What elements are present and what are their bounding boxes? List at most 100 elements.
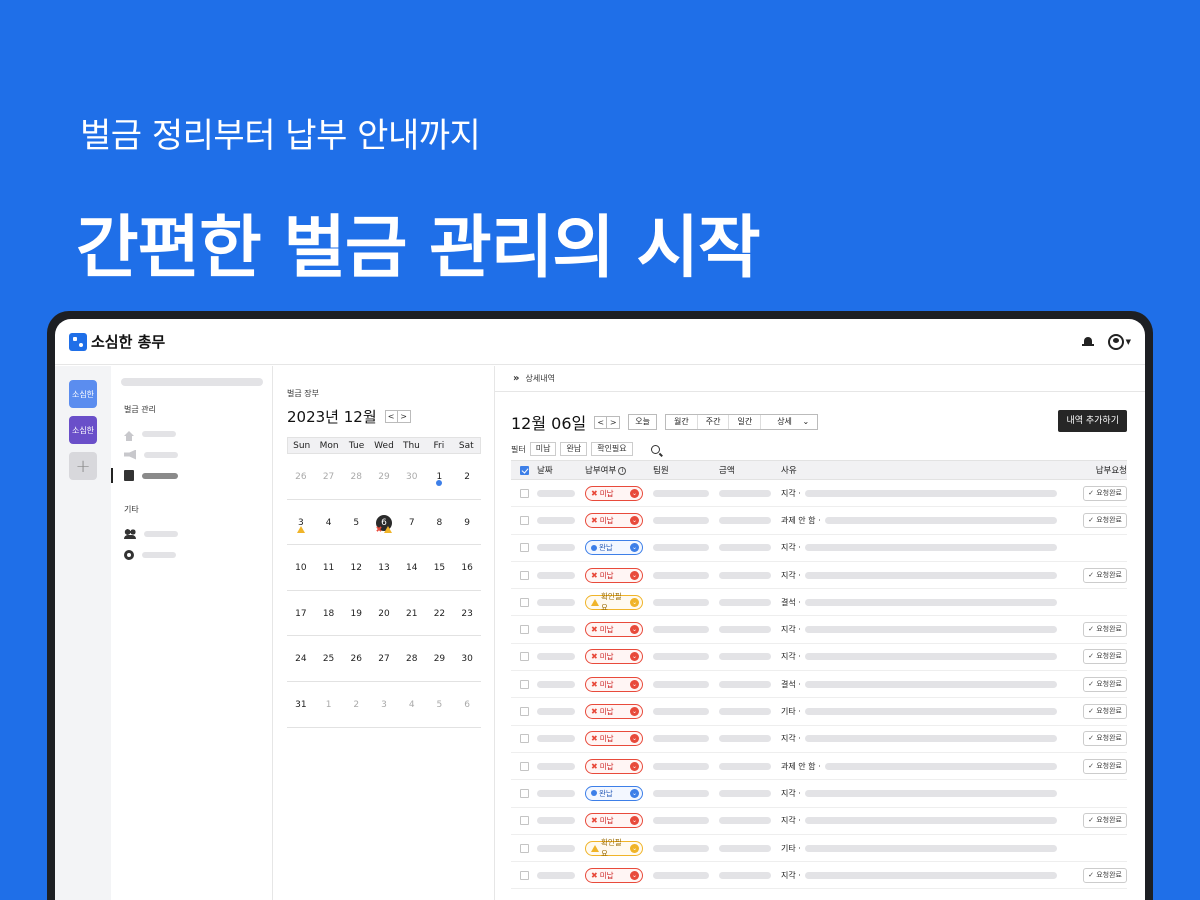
row-checkbox[interactable] xyxy=(519,870,529,880)
calendar-day[interactable]: 29 xyxy=(426,636,454,681)
prev-day-button[interactable]: < xyxy=(594,415,608,429)
add-workspace-button[interactable]: + xyxy=(69,452,97,480)
status-unpaid-dropdown[interactable]: ✖ 미납 ⌄ xyxy=(585,567,643,583)
filter-check[interactable]: 확인필요 xyxy=(591,442,633,456)
col-amount[interactable]: 금액 xyxy=(719,464,781,476)
table-row[interactable]: ✖ 미납 ⌄ 지각 · ✓ 요청완료 xyxy=(511,562,1127,590)
table-row[interactable]: ✖ 미납 ⌄ 과제 안 함 · ✓ 요청완료 xyxy=(511,753,1127,781)
row-checkbox[interactable] xyxy=(519,816,529,826)
status-unpaid-dropdown[interactable]: ✖ 미납 ⌄ xyxy=(585,731,643,747)
calendar-day[interactable]: 17 xyxy=(287,591,315,636)
status-unpaid-dropdown[interactable]: ✖ 미납 ⌄ xyxy=(585,704,643,720)
filter-paid[interactable]: 완납 xyxy=(560,442,588,456)
menu-item-home[interactable] xyxy=(121,423,262,444)
detail-select[interactable]: 상세 ⌄ xyxy=(761,415,817,429)
row-checkbox[interactable] xyxy=(519,543,529,553)
next-month-button[interactable]: > xyxy=(397,410,411,423)
request-done-button[interactable]: ✓ 요청완료 xyxy=(1083,867,1127,883)
status-paid-dropdown[interactable]: 완납 ⌄ xyxy=(585,785,643,801)
view-daily[interactable]: 일간 xyxy=(729,415,762,429)
request-done-button[interactable]: ✓ 요청완료 xyxy=(1083,676,1127,692)
request-done-button[interactable]: ✓ 요청완료 xyxy=(1083,567,1127,583)
view-weekly[interactable]: 주간 xyxy=(698,415,730,429)
calendar-day[interactable]: 8 xyxy=(426,500,454,545)
calendar-day[interactable]: 29 xyxy=(370,454,398,499)
prev-month-button[interactable]: < xyxy=(384,410,398,423)
status-unpaid-dropdown[interactable]: ✖ 미납 ⌄ xyxy=(585,676,643,692)
request-done-button[interactable]: ✓ 요청완료 xyxy=(1083,813,1127,829)
calendar-day[interactable]: 18 xyxy=(315,591,343,636)
row-checkbox[interactable] xyxy=(519,597,529,607)
menu-item-members[interactable] xyxy=(121,523,262,544)
calendar-day[interactable]: 6 ✖ xyxy=(370,500,398,545)
status-unpaid-dropdown[interactable]: ✖ 미납 ⌄ xyxy=(585,512,643,528)
row-checkbox[interactable] xyxy=(519,788,529,798)
table-row[interactable]: ✖ 미납 ⌄ 지각 · ✓ 요청완료 xyxy=(511,808,1127,835)
calendar-day[interactable]: 13 xyxy=(370,545,398,590)
table-row[interactable]: ✖ 미납 ⌄ 지각 · ✓ 요청완료 xyxy=(511,480,1127,508)
table-row[interactable]: ✖ 미납 ⌄ 결석 · ✓ 요청완료 xyxy=(511,671,1127,699)
col-member[interactable]: 팀원 xyxy=(653,464,719,476)
row-checkbox[interactable] xyxy=(519,625,529,635)
calendar-day[interactable]: 11 xyxy=(315,545,343,590)
calendar-day[interactable]: 6 xyxy=(453,682,481,727)
calendar-day[interactable]: 12 xyxy=(342,545,370,590)
calendar-day[interactable]: 1 xyxy=(315,682,343,727)
calendar-day[interactable]: 28 xyxy=(342,454,370,499)
status-check-dropdown[interactable]: 확인필요 ⌄ xyxy=(585,838,643,858)
view-monthly[interactable]: 월간 xyxy=(666,415,698,429)
table-row[interactable]: ✖ 미납 ⌄ 과제 안 함 · ✓ 요청완료 xyxy=(511,507,1127,535)
table-row[interactable]: 완납 ⌄ 지각 · xyxy=(511,780,1127,808)
calendar-day[interactable]: 5 xyxy=(426,682,454,727)
calendar-day[interactable]: 22 xyxy=(426,591,454,636)
calendar-day[interactable]: 20 xyxy=(370,591,398,636)
request-done-button[interactable]: ✓ 요청완료 xyxy=(1083,485,1127,501)
row-checkbox[interactable] xyxy=(519,570,529,580)
request-done-button[interactable]: ✓ 요청완료 xyxy=(1083,758,1127,774)
menu-item-ledger[interactable] xyxy=(111,465,262,486)
calendar-day[interactable]: 10 xyxy=(287,545,315,590)
calendar-day[interactable]: 24 xyxy=(287,636,315,681)
row-checkbox[interactable] xyxy=(519,679,529,689)
row-checkbox[interactable] xyxy=(519,652,529,662)
workspace-2[interactable]: 소심한 xyxy=(69,416,97,444)
status-paid-dropdown[interactable]: 완납 ⌄ xyxy=(585,540,643,556)
calendar-day[interactable]: 30 xyxy=(398,454,426,499)
calendar-day[interactable]: 16 xyxy=(453,545,481,590)
calendar-day[interactable]: 25 xyxy=(315,636,343,681)
table-row[interactable]: ✖ 미납 ⌄ 기타 · ✓ 요청완료 xyxy=(511,698,1127,726)
calendar-day[interactable]: 2 xyxy=(342,682,370,727)
calendar-day[interactable]: 1 xyxy=(426,454,454,499)
row-checkbox[interactable] xyxy=(519,734,529,744)
filter-unpaid[interactable]: 미납 xyxy=(529,442,557,456)
brand[interactable]: 소심한 총무 xyxy=(69,331,165,352)
search-icon[interactable] xyxy=(650,444,660,454)
table-row[interactable]: 완납 ⌄ 지각 · xyxy=(511,535,1127,562)
table-row[interactable]: ✖ 미납 ⌄ 지각 · ✓ 요청완료 xyxy=(511,862,1127,890)
calendar-day[interactable]: 14 xyxy=(398,545,426,590)
calendar-day[interactable]: 3 xyxy=(287,500,315,545)
row-checkbox[interactable] xyxy=(519,488,529,498)
calendar-day[interactable]: 27 xyxy=(370,636,398,681)
row-checkbox[interactable] xyxy=(519,843,529,853)
request-done-button[interactable]: ✓ 요청완료 xyxy=(1083,731,1127,747)
row-checkbox[interactable] xyxy=(519,515,529,525)
status-unpaid-dropdown[interactable]: ✖ 미납 ⌄ xyxy=(585,813,643,829)
double-chevron-icon[interactable]: » xyxy=(513,373,519,384)
col-date[interactable]: 날짜 xyxy=(537,464,585,476)
request-done-button[interactable]: ✓ 요청완료 xyxy=(1083,622,1127,638)
table-row[interactable]: ✖ 미납 ⌄ 지각 · ✓ 요청완료 xyxy=(511,616,1127,644)
table-row[interactable]: 확인필요 ⌄ 결석 · xyxy=(511,589,1127,617)
calendar-day[interactable]: 27 xyxy=(315,454,343,499)
calendar-day[interactable]: 26 xyxy=(287,454,315,499)
table-row[interactable]: ✖ 미납 ⌄ 지각 · ✓ 요청완료 xyxy=(511,644,1127,672)
menu-item-settings[interactable] xyxy=(121,544,262,565)
col-request[interactable]: 납부요청 xyxy=(1069,464,1127,476)
bell-icon[interactable] xyxy=(1081,336,1094,348)
col-status[interactable]: 납부여부 i xyxy=(585,464,653,476)
calendar-day[interactable]: 2 xyxy=(453,454,481,499)
status-unpaid-dropdown[interactable]: ✖ 미납 ⌄ xyxy=(585,867,643,883)
calendar-day[interactable]: 15 xyxy=(426,545,454,590)
select-all-checkbox[interactable] xyxy=(519,465,529,475)
request-done-button[interactable]: ✓ 요청완료 xyxy=(1083,649,1127,665)
